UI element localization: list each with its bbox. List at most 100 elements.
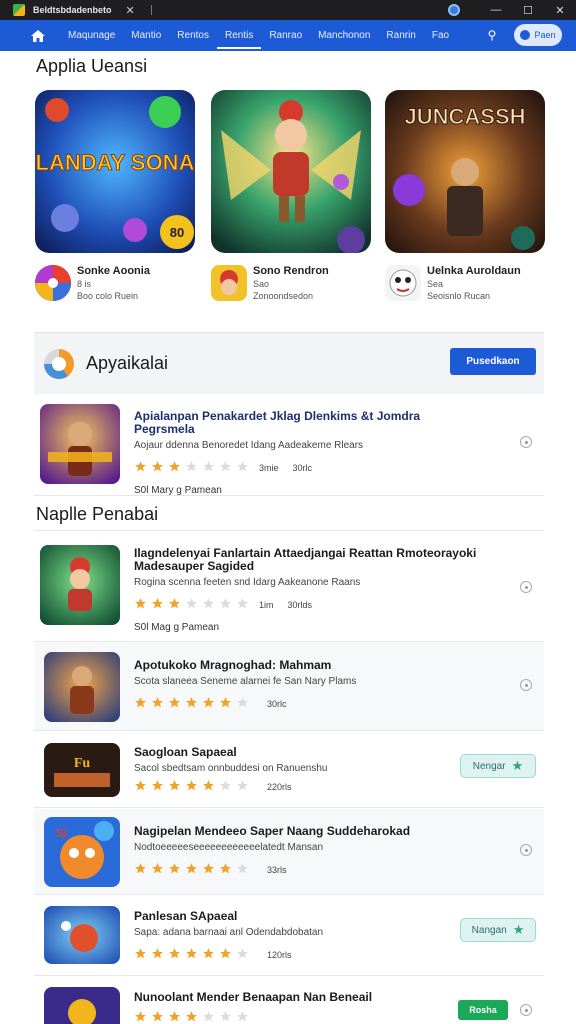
star-empty-icon [203, 461, 214, 472]
star-filled-icon [203, 863, 214, 874]
app-title[interactable]: Apialanpan Penakardet Jklag Dlenkims &t … [134, 410, 484, 436]
promo-banner: Apyaikalai Pusedkaon [34, 332, 544, 394]
promo-button[interactable]: Pusedkaon [450, 348, 536, 375]
more-options-icon[interactable] [520, 1004, 532, 1016]
featured-app-developer: Zonoondsedon [253, 291, 314, 301]
app-title[interactable]: Nagipelan Mendeeo Saper Naang Suddeharok… [134, 825, 484, 838]
rating: 33rls [134, 862, 484, 877]
nav-item[interactable]: Ranrin [378, 22, 423, 49]
more-options-icon[interactable] [520, 844, 532, 856]
featured-card[interactable]: Sono Rendron Sao Zonoondsedon [211, 90, 371, 302]
star-filled-icon [135, 1011, 146, 1022]
star-empty-icon [237, 948, 248, 959]
app-description: Sacol sbedtsam onnbuddesi on Ranuenshu [134, 763, 328, 774]
app-title[interactable]: Saogloan Sapaeal [134, 746, 484, 759]
rating-count: 33rls [267, 864, 287, 875]
list-section-title: Naplle Penabai [36, 504, 159, 524]
star-rating [134, 696, 253, 711]
star-filled-icon [152, 948, 163, 959]
featured-card[interactable]: JUNCASSH Uelnka Auroldaun Sea Seoisnlo R… [385, 90, 545, 302]
svg-text:Si: Si [56, 826, 67, 840]
star-filled-icon [169, 780, 180, 791]
app-description: Rogina scenna feeten snd Idarg Aakeanone… [134, 577, 361, 588]
star-filled-icon [169, 598, 180, 609]
featured-card[interactable]: PLANDAY SONAS 80 Sonke Aoonia 8 is Boo c… [35, 90, 195, 302]
tab-close-icon[interactable]: ✕ [126, 4, 135, 17]
list-item[interactable]: Apialanpan Penakardet Jklag Dlenkims &t … [34, 396, 544, 496]
star-filled-icon [169, 697, 180, 708]
star-filled-icon [152, 780, 163, 791]
maximize-button[interactable]: ☐ [512, 4, 544, 17]
star-filled-icon [135, 697, 146, 708]
star-filled-icon [135, 598, 146, 609]
rating-count: 220rls [267, 781, 292, 792]
install-button[interactable]: Rosha [458, 1000, 508, 1020]
list-item[interactable]: Fu Saogloan Sapaeal Sacol sbedtsam onnbu… [34, 732, 544, 808]
link-icon[interactable]: ⚲ [484, 27, 500, 43]
list-item[interactable]: Ilagndelenyai Fanlartain Attaedjangai Re… [34, 530, 544, 642]
sync-icon[interactable] [448, 4, 460, 16]
account-icon [520, 30, 531, 40]
app-icon [44, 987, 120, 1024]
close-button[interactable]: ✕ [544, 4, 576, 17]
featured-app-icon [211, 265, 247, 301]
nav-item[interactable]: Mantio [123, 22, 169, 49]
featured-app-meta: Sea [427, 279, 444, 289]
developer-name: S0l Mag g Pamean [134, 622, 220, 633]
account-label: Paen [534, 30, 556, 40]
star-filled-icon [152, 461, 163, 472]
star-filled-icon [186, 948, 197, 959]
title-bar: Beldtsbdadenbeto ✕ — ☐ ✕ [0, 0, 576, 20]
featured-art: PLANDAY SONAS 80 [35, 90, 195, 253]
featured-art-title: JUNCASSH [404, 104, 525, 129]
more-options-icon[interactable] [520, 679, 532, 691]
star-filled-icon [169, 1011, 180, 1022]
app-description: Sapa: adana barnaai anl Odendabdobatan [134, 927, 324, 938]
app-title[interactable]: Ilagndelenyai Fanlartain Attaedjangai Re… [134, 547, 484, 573]
list-item[interactable]: Si Nagipelan Mendeeo Saper Naang Suddeha… [34, 809, 544, 895]
nav-item[interactable]: Manchonon [310, 22, 378, 49]
app-title[interactable]: Panlesan SApaeal [134, 910, 484, 923]
minimize-button[interactable]: — [480, 4, 512, 16]
app-title[interactable]: Nunoolant Mender Benaapan Nan Beneail [134, 991, 484, 1004]
star-filled-icon [152, 1011, 163, 1022]
star-empty-icon [203, 1011, 214, 1022]
wishlist-button[interactable]: Nangan ★ [460, 918, 536, 942]
list-item[interactable]: Nunoolant Mender Benaapan Nan Beneail Ro… [34, 977, 544, 1024]
rating: 220rls [134, 779, 484, 794]
nav-item-active[interactable]: Rentis [216, 22, 262, 49]
wishlist-label: Nengar [472, 760, 506, 772]
app-title[interactable]: Apotukoko Mragnoghad: Mahmam [134, 659, 484, 672]
nav-item[interactable]: Maqunage [60, 22, 123, 49]
star-filled-icon [203, 697, 214, 708]
rating-count: 30rlc [267, 698, 287, 709]
nav-item[interactable]: Rentos [169, 22, 217, 49]
more-options-icon[interactable] [520, 436, 532, 448]
star-empty-icon [220, 461, 231, 472]
list-item[interactable]: Apotukoko Mragnoghad: Mahmam Scota slane… [34, 643, 544, 731]
rating: 120rls [134, 947, 484, 962]
home-icon[interactable] [30, 28, 46, 44]
star-rating [134, 779, 253, 794]
star-empty-icon [203, 598, 214, 609]
star-filled-icon [152, 863, 163, 874]
nav-item[interactable]: Ranrao [261, 22, 310, 49]
star-filled-icon [135, 461, 146, 472]
star-empty-icon [237, 1011, 248, 1022]
star-rating [134, 460, 253, 475]
star-rating [134, 862, 253, 877]
star-filled-icon [152, 598, 163, 609]
star-empty-icon [186, 598, 197, 609]
list-item[interactable]: Panlesan SApaeal Sapa: adana barnaai anl… [34, 896, 544, 976]
wishlist-button[interactable]: Nengar ★ [460, 754, 536, 778]
app-icon: Fu [44, 743, 120, 797]
svg-text:Fu: Fu [74, 756, 91, 771]
nav-bar: Maqunage Mantio Rentos Rentis Ranrao Man… [0, 20, 576, 51]
more-options-icon[interactable] [520, 581, 532, 593]
nav-item[interactable]: Fao [424, 22, 457, 49]
app-description: Scota slaneea Seneme alarnei fe San Nary… [134, 676, 357, 687]
app-icon [40, 545, 120, 625]
account-button[interactable]: Paen [514, 24, 562, 46]
star-filled-icon [186, 1011, 197, 1022]
rating-label: 1im [259, 599, 274, 610]
